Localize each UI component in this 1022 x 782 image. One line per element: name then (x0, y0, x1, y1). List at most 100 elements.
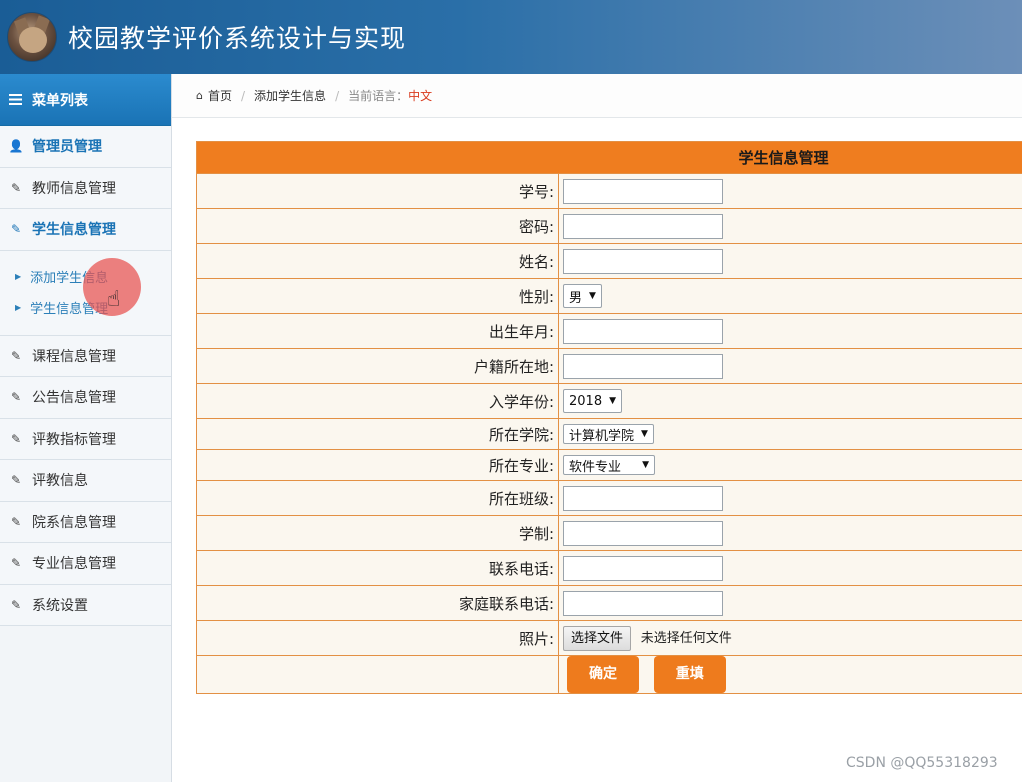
form-row: 学号: (196, 173, 1022, 209)
birth-input[interactable] (563, 318, 723, 344)
label-password: 密码: (196, 208, 559, 244)
form-row: 出生年月: (196, 313, 1022, 349)
dropdown-arrow-icon: ▼ (609, 396, 617, 406)
class-input[interactable] (563, 485, 723, 511)
app-header: 校园教学评价系统设计与实现 (0, 0, 1022, 74)
label-gender: 性别: (196, 278, 559, 314)
menu-header: 菜单列表 (0, 74, 171, 126)
edit-icon: ✎ (10, 597, 22, 612)
file-status: 未选择任何文件 (640, 630, 732, 646)
edit-icon: ✎ (10, 390, 22, 405)
breadcrumb: ⌂ 首页 / 添加学生信息 / 当前语言： 中文 (172, 74, 1022, 118)
label-major: 所在专业: (196, 449, 559, 481)
dropdown-arrow-icon: ▼ (641, 429, 648, 439)
form-row: 性别: 男 ▼ (196, 278, 1022, 314)
family-phone-input[interactable] (563, 590, 723, 616)
edit-icon: ✎ (10, 222, 22, 237)
edit-icon: ✎ (10, 180, 22, 195)
student-form: 学生信息管理 学号: 密码: 姓名: 性别: 男 ▼ 出生年月: 户籍所在地: … (196, 141, 1022, 694)
sidebar: 菜单列表 👤 管理员管理 ✎ 教师信息管理 ✎ 学生信息管理 ▶ 添加学生信息 … (0, 74, 172, 782)
label-birth: 出生年月: (196, 313, 559, 349)
breadcrumb-lang-value: 中文 (408, 89, 433, 103)
reset-button[interactable]: 重填 (653, 656, 726, 693)
breadcrumb-current[interactable]: 添加学生信息 (254, 87, 326, 104)
label-college: 所在学院: (196, 418, 559, 450)
form-row: 所在班级: (196, 480, 1022, 516)
menu-title: 菜单列表 (32, 92, 88, 109)
college-select[interactable]: 计算机学院 ▼ (563, 424, 654, 444)
sidebar-item-label: 评教信息 (32, 473, 88, 490)
sidebar-item-evaluation[interactable]: ✎ 评教信息 (0, 460, 171, 502)
sidebar-item-label: 评教指标管理 (32, 431, 116, 448)
form-row: 所在学院: 计算机学院 ▼ (196, 418, 1022, 450)
form-row: 所在专业: 软件专业 ▼ (196, 449, 1022, 481)
name-input[interactable] (563, 248, 723, 274)
label-name: 姓名: (196, 243, 559, 279)
form-row: 密码: (196, 208, 1022, 244)
edit-icon: ✎ (10, 556, 22, 571)
breadcrumb-home[interactable]: 首页 (208, 87, 232, 104)
sidebar-item-label: 学生信息管理 (32, 222, 116, 239)
submit-button[interactable]: 确定 (567, 656, 639, 693)
major-value: 软件专业 (569, 459, 622, 475)
sidebar-item-label: 系统设置 (32, 597, 88, 614)
sidebar-item-settings[interactable]: ✎ 系统设置 (0, 584, 171, 626)
edit-icon: ✎ (10, 514, 22, 529)
choose-file-button[interactable]: 选择文件 (563, 625, 632, 651)
label-class: 所在班级: (196, 480, 559, 516)
breadcrumb-lang-label: 当前语言： (348, 89, 409, 103)
caret-right-icon: ▶ (15, 302, 22, 312)
label-student-no: 学号: (196, 173, 559, 209)
form-title: 学生信息管理 (558, 141, 1022, 174)
phone-input[interactable] (563, 555, 723, 581)
form-row: 联系电话: (196, 550, 1022, 586)
form-title-row: 学生信息管理 (196, 141, 1022, 174)
student-no-input[interactable] (563, 178, 723, 204)
list-icon (9, 94, 22, 105)
label-family-phone: 家庭联系电话: (196, 585, 559, 621)
sidebar-item-major[interactable]: ✎ 专业信息管理 (0, 543, 171, 585)
sidebar-item-label: 专业信息管理 (32, 556, 116, 573)
college-value: 计算机学院 (569, 428, 635, 444)
main-content: ⌂ 首页 / 添加学生信息 / 当前语言： 中文 学生信息管理 学号: 密码: … (172, 74, 1022, 782)
edit-icon: ✎ (10, 431, 22, 446)
password-input[interactable] (563, 213, 723, 239)
hand-cursor-icon: ☝ (107, 287, 121, 312)
sidebar-item-admin[interactable]: 👤 管理员管理 (0, 126, 171, 168)
edit-icon: ✎ (10, 473, 22, 488)
sidebar-item-teacher[interactable]: ✎ 教师信息管理 (0, 167, 171, 209)
sidebar-item-student[interactable]: ✎ 学生信息管理 (0, 209, 171, 251)
sidebar-item-label: 管理员管理 (32, 139, 102, 156)
sidebar-item-label: 教师信息管理 (32, 180, 116, 197)
form-row: 家庭联系电话: (196, 585, 1022, 621)
enroll-year-select[interactable]: 2018 ▼ (563, 389, 623, 413)
edit-icon: ✎ (10, 348, 22, 363)
sidebar-item-indicator[interactable]: ✎ 评教指标管理 (0, 418, 171, 460)
watermark: CSDN @QQ55318293 (846, 755, 998, 771)
sidebar-item-label: 院系信息管理 (32, 514, 116, 531)
major-select[interactable]: 软件专业 ▼ (563, 455, 655, 475)
sidebar-item-label: 公告信息管理 (32, 390, 116, 407)
form-row: 学制: (196, 515, 1022, 551)
label-hometown: 户籍所在地: (196, 348, 559, 384)
form-row: 入学年份: 2018 ▼ (196, 383, 1022, 419)
label-enroll-year: 入学年份: (196, 383, 559, 419)
sidebar-item-notice[interactable]: ✎ 公告信息管理 (0, 377, 171, 419)
user-icon: 👤 (8, 139, 24, 154)
label-duration: 学制: (196, 515, 559, 551)
label-phone: 联系电话: (196, 550, 559, 586)
duration-input[interactable] (563, 520, 723, 546)
dropdown-arrow-icon: ▼ (589, 291, 596, 301)
sidebar-item-label: 课程信息管理 (32, 348, 116, 365)
sidebar-item-department[interactable]: ✎ 院系信息管理 (0, 501, 171, 543)
hometown-input[interactable] (563, 353, 723, 379)
breadcrumb-separator: / (241, 88, 246, 103)
form-row: 照片: 选择文件 未选择任何文件 (196, 620, 1022, 656)
breadcrumb-separator: / (335, 88, 340, 103)
sidebar-item-course[interactable]: ✎ 课程信息管理 (0, 335, 171, 377)
gender-value: 男 (569, 290, 583, 306)
form-row: 姓名: (196, 243, 1022, 279)
gender-select[interactable]: 男 ▼ (563, 284, 602, 308)
caret-right-icon: ▶ (15, 271, 22, 281)
enroll-year-value: 2018 (569, 393, 603, 409)
